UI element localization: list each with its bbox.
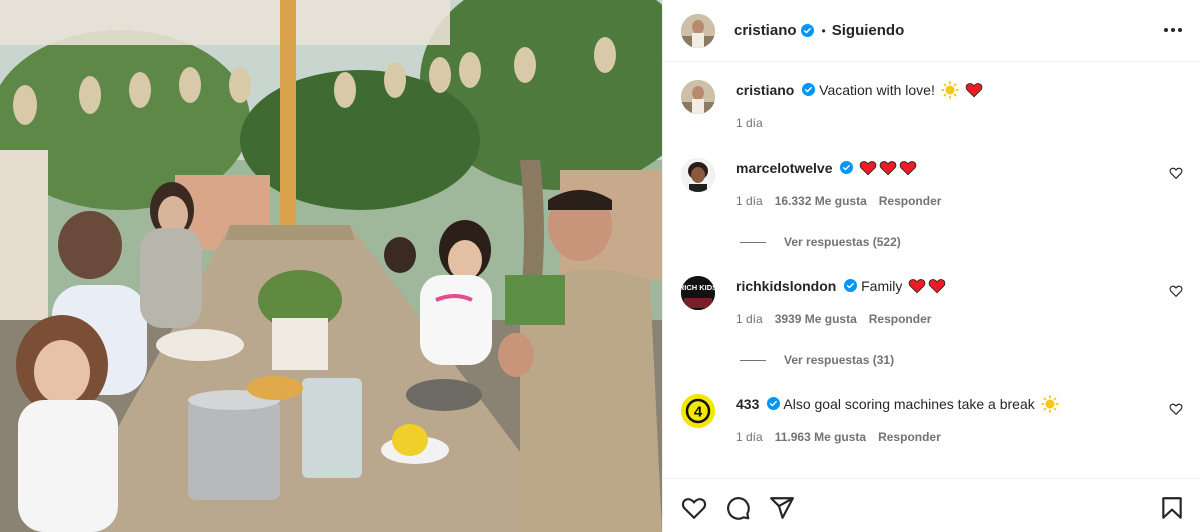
comment-likes[interactable]: 16.332 Me gusta [775, 194, 867, 208]
richkids-logo-text: RICH KIDS [681, 283, 715, 292]
comment-likes[interactable]: 3939 Me gusta [775, 312, 857, 326]
heart-emoji-icon [899, 161, 917, 176]
caption-text: Vacation with love! [819, 82, 935, 98]
caption-avatar[interactable] [681, 80, 715, 114]
view-replies-button[interactable]: Ver respuestas (31) [740, 353, 894, 367]
post-details-panel: cristiano • Siguiendo cristiano Vacation… [662, 0, 1200, 532]
more-options-icon[interactable] [1161, 20, 1185, 40]
heart-emoji-icon [965, 83, 982, 98]
caption-line: cristiano Vacation with love! [736, 80, 1166, 100]
comment-avatar-433[interactable]: 4 [681, 394, 715, 428]
heart-emoji-icon [908, 279, 926, 294]
view-replies-label: Ver respuestas (31) [784, 353, 895, 367]
comment-body: richkidslondon Family 1 día 3939 Me gust… [736, 276, 1166, 326]
comment-body: marcelotwelve 1 día 16.332 Me gusta Resp… [736, 158, 1166, 208]
post-photo[interactable] [0, 0, 662, 532]
comment-avatar-marcelotwelve[interactable] [681, 158, 715, 192]
comment-username[interactable]: marcelotwelve [736, 160, 833, 176]
caption-username[interactable]: cristiano [736, 82, 794, 98]
heart-emoji-icon [879, 161, 897, 176]
reply-button[interactable]: Responder [869, 312, 932, 326]
author-avatar[interactable] [681, 13, 715, 48]
badge-433-text: 4 [694, 404, 703, 421]
reply-button[interactable]: Responder [879, 194, 942, 208]
share-send-icon[interactable] [769, 495, 795, 521]
following-button[interactable]: Siguiendo [832, 22, 905, 39]
comment-text: Family [861, 278, 903, 294]
like-comment-heart-icon[interactable] [1169, 166, 1183, 180]
sun-emoji-icon [1041, 395, 1059, 413]
post-header: cristiano • Siguiendo [663, 0, 1200, 62]
view-replies-label: Ver respuestas (522) [784, 235, 901, 249]
like-heart-icon[interactable] [681, 495, 707, 521]
comment-meta: 1 día 11.963 Me gusta Responder [736, 430, 1166, 444]
like-comment-heart-icon[interactable] [1169, 402, 1183, 416]
author-username[interactable]: cristiano [734, 22, 797, 39]
comment-likes[interactable]: 11.963 Me gusta [775, 430, 866, 444]
comment-username[interactable]: richkidslondon [736, 278, 836, 294]
verified-badge-icon [767, 397, 781, 410]
comment-time[interactable]: 1 día [736, 430, 763, 444]
separator-dot: • [821, 23, 826, 38]
heart-emoji-icon [859, 161, 877, 176]
like-comment-heart-icon[interactable] [1169, 284, 1183, 298]
comment-username[interactable]: 433 [736, 396, 759, 412]
comment-avatar-richkidslondon[interactable]: RICH KIDS [681, 276, 715, 310]
comment-line: richkidslondon Family [736, 276, 1166, 296]
comment-text: Also goal scoring machines take a break [783, 396, 1035, 412]
view-replies-button[interactable]: Ver respuestas (522) [740, 235, 901, 249]
verified-badge-icon [844, 279, 858, 292]
comment-time[interactable]: 1 día [736, 194, 763, 208]
save-bookmark-icon[interactable] [1159, 495, 1185, 521]
verified-badge-icon [800, 24, 814, 37]
sun-emoji-icon [941, 81, 959, 99]
heart-emoji-icon [928, 279, 946, 294]
comment-icon[interactable] [725, 495, 751, 521]
family-dinner-photo [0, 0, 662, 532]
verified-badge-icon [802, 83, 816, 96]
comment-body: 433 Also goal scoring machines take a br… [736, 394, 1166, 444]
comment-meta: 1 día 16.332 Me gusta Responder [736, 194, 1166, 208]
reply-button[interactable]: Responder [878, 430, 941, 444]
post-action-bar [663, 478, 1200, 532]
comment-line: 433 Also goal scoring machines take a br… [736, 394, 1166, 414]
comment-time[interactable]: 1 día [736, 312, 763, 326]
verified-badge-icon [840, 161, 854, 174]
caption-meta: 1 día [736, 116, 1166, 130]
caption-time[interactable]: 1 día [736, 116, 763, 130]
caption-body: cristiano Vacation with love! 1 día [736, 80, 1166, 130]
comment-meta: 1 día 3939 Me gusta Responder [736, 312, 1166, 326]
comment-line: marcelotwelve [736, 158, 1166, 178]
